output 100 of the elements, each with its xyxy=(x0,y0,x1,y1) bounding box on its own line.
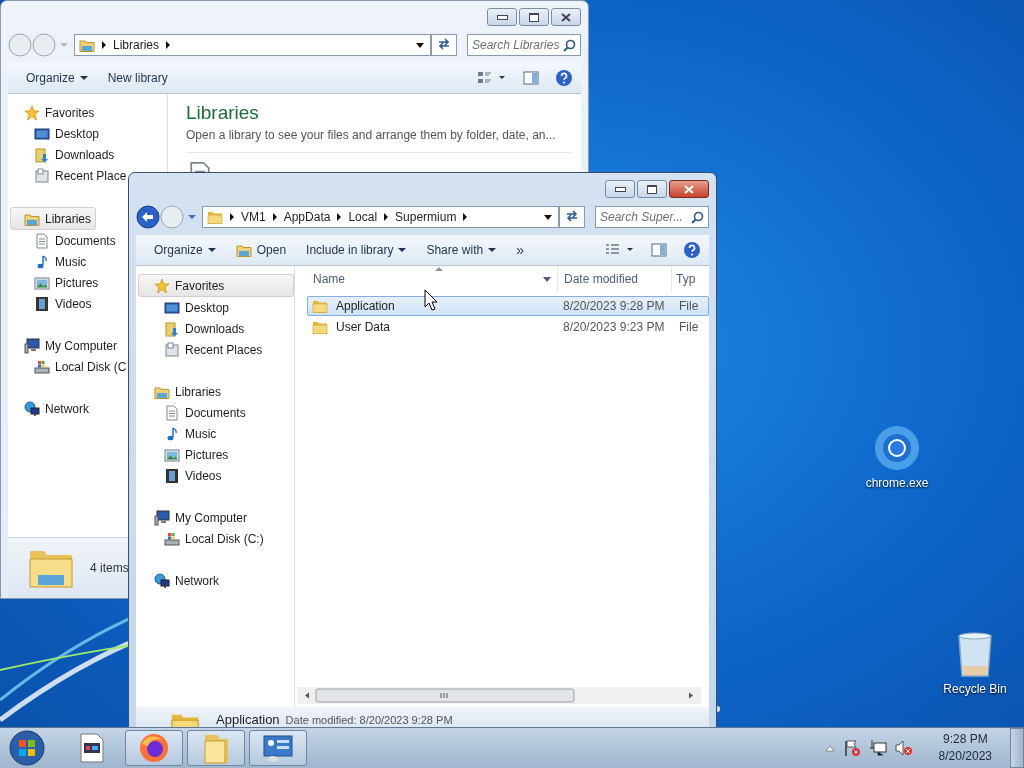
close-button[interactable] xyxy=(669,180,709,198)
refresh-icon xyxy=(565,209,579,222)
recent-places-icon xyxy=(164,341,180,358)
program-window-icon xyxy=(78,733,106,763)
close-button[interactable] xyxy=(551,8,581,26)
nav-item[interactable]: My Computer xyxy=(136,507,294,528)
taskbar-button[interactable] xyxy=(125,730,183,766)
library-folder-icon xyxy=(235,242,252,258)
refresh-icon xyxy=(437,37,451,50)
download-folder-icon xyxy=(164,320,180,337)
nav-item[interactable]: Desktop xyxy=(136,297,294,318)
nav-item[interactable]: Network xyxy=(8,398,93,419)
document-icon xyxy=(164,404,180,421)
nav-item[interactable]: Libraries xyxy=(10,207,97,230)
toolbar-button[interactable]: Organize xyxy=(146,240,224,260)
clock[interactable]: 9:28 PM 8/20/2023 xyxy=(932,731,998,765)
nav-item[interactable]: Desktop xyxy=(8,123,104,144)
picture-icon xyxy=(164,446,180,463)
computer-icon xyxy=(154,509,170,526)
type-cell-text: File xyxy=(678,299,699,313)
film-icon xyxy=(34,295,50,312)
toolbar-button[interactable]: » xyxy=(508,239,532,261)
nav-item[interactable]: Downloads xyxy=(136,318,294,339)
nav-item[interactable]: Music xyxy=(136,423,294,444)
view-options-icon[interactable] xyxy=(477,70,507,86)
back-forward-buttons[interactable] xyxy=(136,204,198,230)
breadcrumb-arrow-icon[interactable] xyxy=(230,213,234,221)
toolbar-button[interactable]: Open xyxy=(227,239,295,261)
breadcrumb-arrow-icon[interactable] xyxy=(337,213,342,221)
circle-app-icon[interactable] xyxy=(873,424,921,472)
nav-item[interactable]: Pictures xyxy=(136,444,294,465)
nav-item[interactable]: Videos xyxy=(8,293,96,314)
clock-time: 9:28 PM xyxy=(942,731,988,748)
breadcrumb-item[interactable]: Local xyxy=(348,210,378,224)
breadcrumb-arrow-icon[interactable] xyxy=(272,213,277,221)
nav-item[interactable]: My Computer xyxy=(8,335,122,356)
fox-browser-icon xyxy=(138,732,170,764)
computer-icon xyxy=(24,337,40,354)
toolbar-button[interactable]: Share with xyxy=(418,240,505,260)
breadcrumb-item[interactable]: VM1 xyxy=(241,210,266,224)
folder-icon xyxy=(312,319,328,335)
nav-item[interactable]: Music xyxy=(8,251,91,272)
address-bar[interactable]: Libraries xyxy=(74,34,431,56)
nav-item[interactable]: Network xyxy=(136,570,294,591)
toolbar-button[interactable]: Include in library xyxy=(298,240,415,260)
minimize-button[interactable] xyxy=(487,8,517,26)
clock-date: 8/20/2023 xyxy=(938,748,992,765)
breadcrumb-arrow-icon[interactable] xyxy=(102,41,106,49)
network-monitor-icon[interactable] xyxy=(868,739,887,757)
minimize-button[interactable] xyxy=(605,180,635,198)
horizontal-scrollbar[interactable] xyxy=(297,687,701,704)
maximize-button[interactable] xyxy=(519,8,549,26)
nav-item[interactable]: Local Disk (C:) xyxy=(136,528,294,549)
help-icon[interactable] xyxy=(555,69,573,87)
breadcrumb-item[interactable]: Supermium xyxy=(395,210,457,224)
nav-item[interactable]: Downloads xyxy=(8,144,119,165)
file-row[interactable]: User Data 8/20/2023 9:23 PM File xyxy=(307,317,709,337)
nav-item[interactable]: Documents xyxy=(8,230,120,251)
nav-item[interactable]: Favorites xyxy=(8,102,99,123)
file-row[interactable]: Application 8/20/2023 9:28 PM File xyxy=(307,296,709,316)
start-button[interactable] xyxy=(7,728,47,768)
address-bar[interactable]: VM1 AppData Local Supermium xyxy=(202,206,559,228)
refresh-button[interactable] xyxy=(431,34,457,56)
help-icon[interactable] xyxy=(683,241,701,259)
dropdown-arrow-icon[interactable] xyxy=(544,214,552,220)
nav-item[interactable]: Recent Places xyxy=(136,339,294,360)
nav-item[interactable]: Favorites xyxy=(138,274,294,297)
breadcrumb-arrow-icon[interactable] xyxy=(384,213,389,221)
nav-item[interactable]: Videos xyxy=(136,465,294,486)
nav-item[interactable]: Recent Place xyxy=(8,165,131,186)
search-field[interactable]: Search Super... xyxy=(595,206,709,228)
show-hidden-icons-button[interactable] xyxy=(824,744,835,752)
recycle-bin-icon[interactable] xyxy=(955,630,995,678)
download-folder-icon xyxy=(34,146,50,163)
picture-icon xyxy=(34,274,50,291)
flag-icon[interactable] xyxy=(842,739,861,757)
nav-item[interactable]: Local Disk (C xyxy=(8,356,131,377)
folder-icon xyxy=(207,209,223,225)
nav-item[interactable]: Libraries xyxy=(136,381,294,402)
maximize-button[interactable] xyxy=(637,180,667,198)
folder-icon xyxy=(201,732,231,764)
breadcrumb-arrow-icon[interactable] xyxy=(166,41,171,49)
dropdown-arrow-icon[interactable] xyxy=(416,42,424,48)
nav-item[interactable]: Pictures xyxy=(8,272,103,293)
search-icon xyxy=(563,39,576,52)
speaker-muted-icon[interactable] xyxy=(894,739,913,757)
page-description: Open a library to see your files and arrange them by folder, date, an... xyxy=(186,128,557,142)
toolbar-button[interactable]: Organize xyxy=(18,68,96,88)
column-header[interactable]: Typ xyxy=(671,266,696,292)
column-header[interactable]: Date modified xyxy=(557,266,671,292)
breadcrumb-item[interactable]: Libraries xyxy=(113,38,160,52)
disk-drive-icon xyxy=(164,530,180,547)
type-cell-text: File xyxy=(678,320,699,334)
breadcrumb-item[interactable]: AppData xyxy=(283,210,331,224)
search-field[interactable]: Search Libraries xyxy=(467,34,581,56)
toolbar-button[interactable]: New library xyxy=(99,68,176,88)
breadcrumb-arrow-icon[interactable] xyxy=(463,213,468,221)
nav-item[interactable]: Documents xyxy=(136,402,294,423)
column-header[interactable]: Name xyxy=(313,266,557,292)
refresh-button[interactable] xyxy=(559,206,585,228)
